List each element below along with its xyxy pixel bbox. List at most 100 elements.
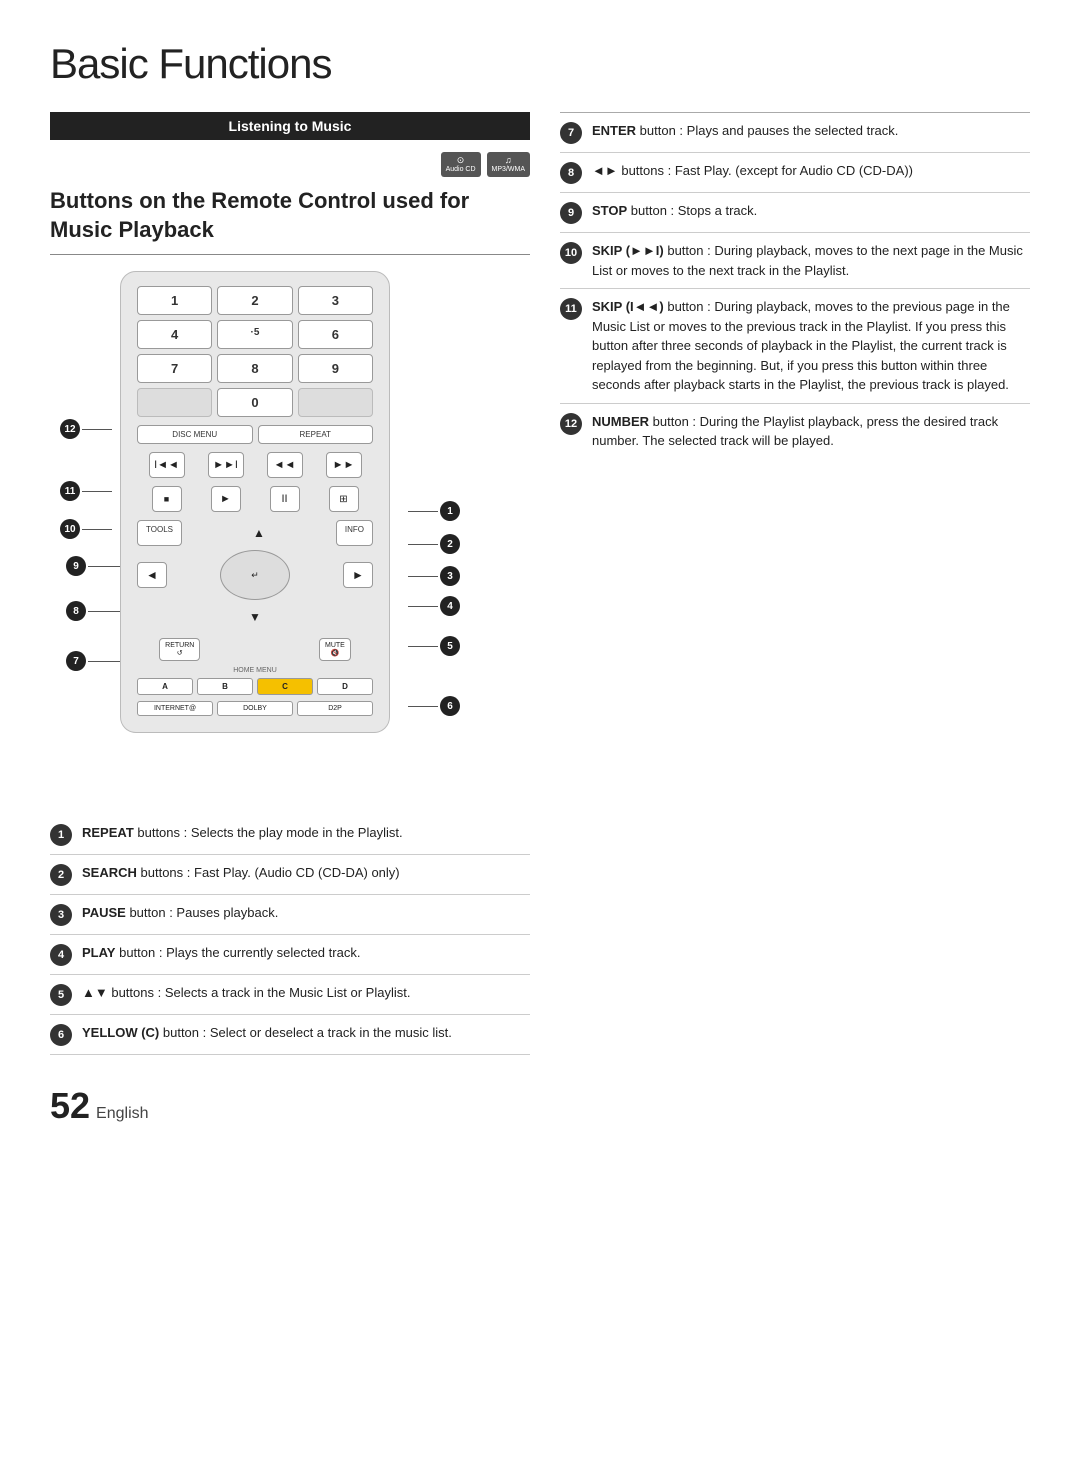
c-btn: C: [257, 678, 313, 695]
ann-circle-2: 2: [440, 534, 460, 554]
grid-btn: ⊞: [329, 486, 359, 512]
disc-menu-btn: DISC MENU: [137, 425, 253, 444]
entry-6: 6 YELLOW (C) button : Select or deselect…: [50, 1015, 530, 1055]
entry-num-12: 12: [560, 413, 582, 435]
entry-num-1: 1: [50, 824, 72, 846]
num-0: 0: [217, 388, 292, 417]
ann-circle-7: 7: [66, 651, 86, 671]
entry-text-3: PAUSE button : Pauses playback.: [82, 903, 530, 923]
entry-num-6: 6: [50, 1024, 72, 1046]
annotation-4: 4: [408, 596, 460, 616]
entry-12: 12 NUMBER button : During the Playlist p…: [560, 404, 1030, 459]
annotation-3: 3: [408, 566, 460, 586]
tools-btn: TOOLS: [137, 520, 182, 546]
entry-text-10: SKIP (►►I) button : During playback, mov…: [592, 241, 1030, 280]
d2p-btn: D2P: [297, 701, 373, 716]
bottom-row: RETURN↺ MUTE🔇: [137, 638, 373, 661]
entry-7: 7 ENTER button : Plays and pauses the se…: [560, 113, 1030, 153]
ann-circle-8: 8: [66, 601, 86, 621]
info-btn: INFO: [336, 520, 373, 546]
remote-body: 1 2 3 4 ·5 6 7 8 9 0 DISC MENU REPEAT: [120, 271, 390, 733]
num-6: 6: [298, 320, 373, 349]
entry-text-4: PLAY button : Plays the currently select…: [82, 943, 530, 963]
home-menu-label: HOME MENU: [137, 667, 373, 674]
entry-num-8: 8: [560, 162, 582, 184]
stop-btn: ■: [152, 486, 182, 512]
num-4: 4: [137, 320, 212, 349]
ann-circle-9: 9: [66, 556, 86, 576]
nav-down-row: ▼: [137, 604, 373, 630]
repeat-btn: REPEAT: [258, 425, 374, 444]
nav-up-arrow: ▲: [244, 520, 274, 546]
enter-btn: ↵: [220, 550, 290, 600]
mp3-wma-badge: ♫ MP3/WMA: [487, 152, 530, 177]
page-number: 52: [50, 1085, 90, 1127]
mute-btn: MUTE🔇: [319, 638, 351, 661]
entry-num-2: 2: [50, 864, 72, 886]
page-lang: English: [96, 1105, 148, 1123]
annotation-11: 11: [60, 481, 112, 501]
annotation-1: 1: [408, 501, 460, 521]
num-7: 7: [137, 354, 212, 383]
entry-num-7: 7: [560, 122, 582, 144]
entry-3: 3 PAUSE button : Pauses playback.: [50, 895, 530, 935]
nav-down-arrow: ▼: [240, 604, 270, 630]
d-btn: D: [317, 678, 373, 695]
entry-11: 11 SKIP (I◄◄) button : During playback, …: [560, 289, 1030, 404]
annotation-7: 7: [66, 651, 124, 671]
entry-text-2: SEARCH buttons : Fast Play. (Audio CD (C…: [82, 863, 530, 883]
ann-circle-12: 12: [60, 419, 80, 439]
numpad: 1 2 3 4 ·5 6 7 8 9 0: [137, 286, 373, 417]
num-empty1: [137, 388, 212, 417]
entry-text-11: SKIP (I◄◄) button : During playback, mov…: [592, 297, 1030, 395]
nav-center-row: ◄ ↵ ►: [137, 550, 373, 600]
num-5: ·5: [217, 320, 292, 349]
annotation-8: 8: [66, 601, 124, 621]
nav-area: TOOLS ▲ INFO ◄ ↵ ► ▼: [137, 520, 373, 630]
entry-1: 1 REPEAT buttons : Selects the play mode…: [50, 815, 530, 855]
dolby-btn: DOLBY: [217, 701, 293, 716]
section-header: Listening to Music: [50, 112, 530, 140]
entry-num-4: 4: [50, 944, 72, 966]
remote-illustration: 12 11 10 9 8 7: [50, 271, 470, 791]
entry-num-9: 9: [560, 202, 582, 224]
annotation-9: 9: [66, 556, 124, 576]
entry-text-5: ▲▼ buttons : Selects a track in the Musi…: [82, 983, 530, 1003]
entry-2: 2 SEARCH buttons : Fast Play. (Audio CD …: [50, 855, 530, 895]
num-8: 8: [217, 354, 292, 383]
entry-text-6: YELLOW (C) button : Select or deselect a…: [82, 1023, 530, 1043]
entry-4: 4 PLAY button : Plays the currently sele…: [50, 935, 530, 975]
ann-circle-10: 10: [60, 519, 80, 539]
entry-8: 8 ◄► buttons : Fast Play. (except for Au…: [560, 153, 1030, 193]
ann-circle-3: 3: [440, 566, 460, 586]
entry-text-1: REPEAT buttons : Selects the play mode i…: [82, 823, 530, 843]
num-2: 2: [217, 286, 292, 315]
skip-fwd-btn: ►►I: [208, 452, 244, 478]
entry-text-9: STOP button : Stops a track.: [592, 201, 1030, 221]
nav-left-arrow: ◄: [137, 562, 167, 588]
annotation-5: 5: [408, 636, 460, 656]
nav-right-arrow: ►: [343, 562, 373, 588]
return-btn: RETURN↺: [159, 638, 200, 661]
num-1: 1: [137, 286, 212, 315]
b-btn: B: [197, 678, 253, 695]
ff-btn: ►►: [326, 452, 362, 478]
ann-circle-6: 6: [440, 696, 460, 716]
bottom-entries: 1 REPEAT buttons : Selects the play mode…: [50, 815, 530, 1055]
ann-circle-4: 4: [440, 596, 460, 616]
entry-num-3: 3: [50, 904, 72, 926]
entry-num-10: 10: [560, 242, 582, 264]
page-title: Basic Functions: [50, 40, 1030, 88]
annotation-12: 12: [60, 419, 112, 439]
ann-circle-1: 1: [440, 501, 460, 521]
internet-row: INTERNET@ DOLBY D2P: [137, 701, 373, 716]
play-btn: ►: [211, 486, 241, 512]
entry-9: 9 STOP button : Stops a track.: [560, 193, 1030, 233]
a-btn: A: [137, 678, 193, 695]
page-footer: 52 English: [50, 1085, 1030, 1127]
annotation-6: 6: [408, 696, 460, 716]
annotation-2: 2: [408, 534, 460, 554]
media-icons: ⊙ Audio CD ♫ MP3/WMA: [50, 152, 530, 177]
entry-num-11: 11: [560, 298, 582, 320]
nav-top-row: TOOLS ▲ INFO: [137, 520, 373, 546]
